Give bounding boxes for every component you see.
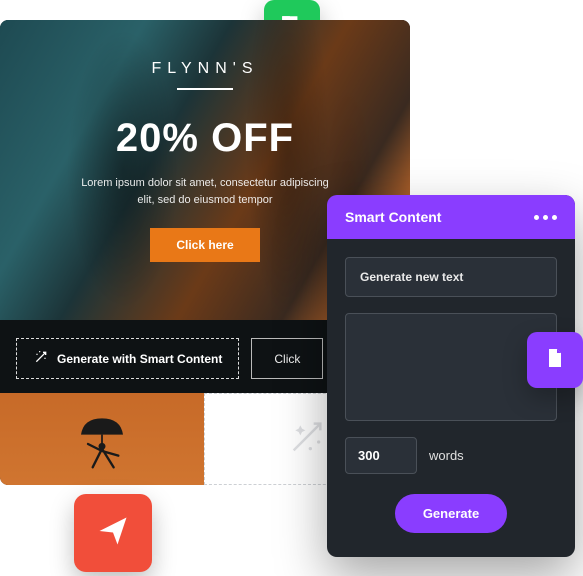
body-copy: Lorem ipsum dolor sit amet, consectetur … bbox=[75, 175, 335, 208]
panel-title: Smart Content bbox=[345, 209, 441, 225]
dot-icon bbox=[552, 215, 557, 220]
brand-divider bbox=[177, 88, 233, 90]
word-unit-label: words bbox=[429, 448, 464, 463]
prompt-selector-label: Generate new text bbox=[360, 270, 463, 284]
umbrella-person-icon bbox=[67, 409, 137, 484]
word-count-row: words bbox=[345, 437, 557, 474]
dot-icon bbox=[534, 215, 539, 220]
app-tile-purple[interactable] bbox=[527, 332, 583, 388]
panel-header: Smart Content bbox=[327, 195, 575, 239]
smart-button-label: Generate with Smart Content bbox=[57, 352, 222, 366]
headline: 20% OFF bbox=[116, 116, 294, 161]
panel-body: Generate new text words Generate bbox=[327, 239, 575, 557]
prompt-textarea[interactable] bbox=[345, 313, 557, 421]
brand-name: FLYNN'S bbox=[152, 60, 259, 78]
app-tile-red[interactable] bbox=[74, 494, 152, 572]
prompt-selector[interactable]: Generate new text bbox=[345, 257, 557, 297]
generate-button[interactable]: Generate bbox=[395, 494, 507, 533]
send-icon bbox=[95, 513, 131, 554]
gallery-photo[interactable] bbox=[0, 393, 204, 485]
word-count-input[interactable] bbox=[345, 437, 417, 474]
dot-icon bbox=[543, 215, 548, 220]
generate-smart-content-button[interactable]: Generate with Smart Content bbox=[16, 338, 239, 379]
wand-placeholder-icon bbox=[287, 417, 327, 462]
secondary-button[interactable]: Click bbox=[251, 338, 323, 379]
cta-button[interactable]: Click here bbox=[150, 228, 259, 262]
document-icon bbox=[543, 346, 567, 375]
wand-icon bbox=[33, 349, 49, 368]
more-options-button[interactable] bbox=[534, 215, 557, 220]
